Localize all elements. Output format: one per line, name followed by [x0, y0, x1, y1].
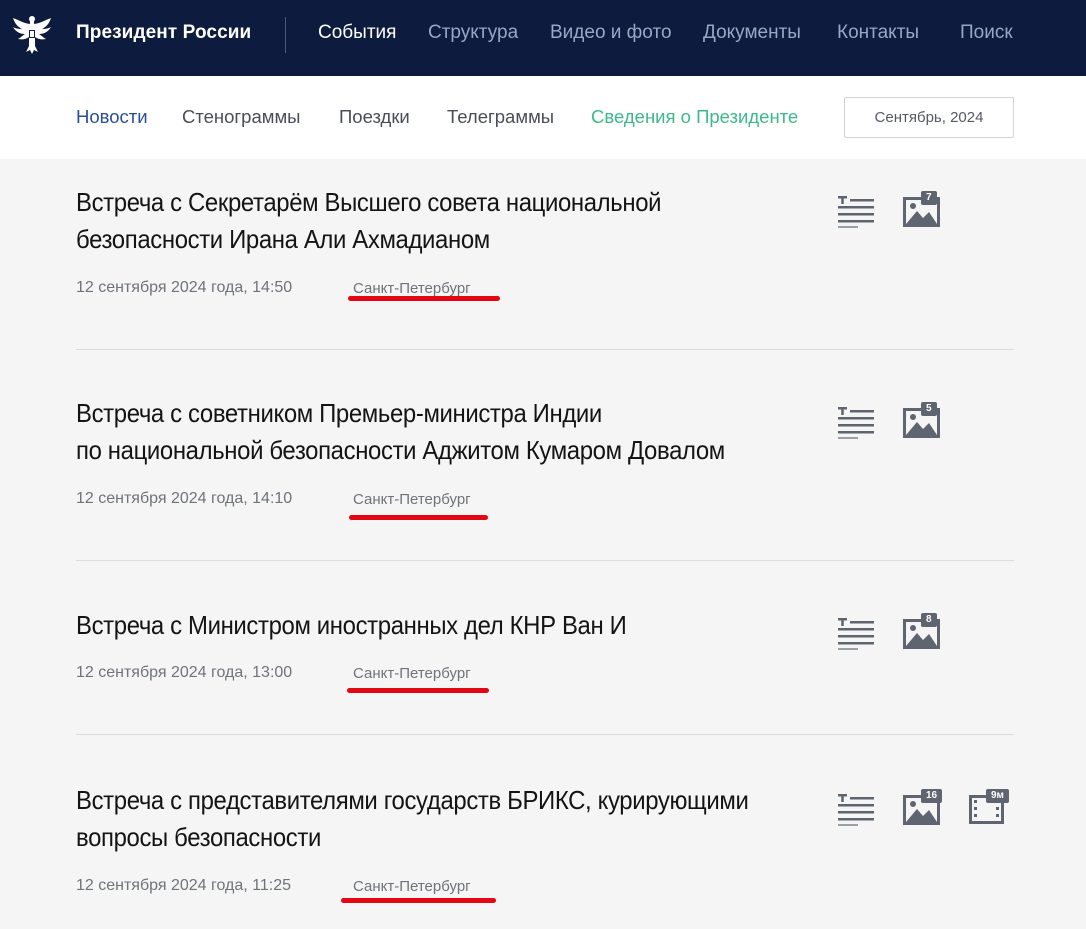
- nav-structure[interactable]: Структура: [428, 22, 518, 44]
- sub-navigation: Новости Стенограммы Поездки Телеграммы С…: [0, 76, 1086, 159]
- subnav-news[interactable]: Новости: [76, 106, 148, 128]
- red-underline-annotation: [349, 515, 488, 520]
- red-underline-annotation: [347, 688, 489, 693]
- site-title[interactable]: Президент России: [76, 22, 251, 44]
- news-separator: [76, 349, 1014, 350]
- photo-count-badge: 16: [921, 789, 943, 803]
- news-title-line: Встреча с представителями государств БРИ…: [76, 785, 749, 815]
- news-title[interactable]: Встреча с Министром иностранных дел КНР …: [76, 607, 757, 644]
- news-title-line: безопасности Ирана Али Ахмадианом: [76, 224, 490, 254]
- news-place-link[interactable]: Санкт-Петербург: [353, 878, 471, 895]
- news-title-line: Встреча с Министром иностранных дел КНР …: [76, 610, 627, 640]
- text-icon[interactable]: [838, 196, 874, 228]
- subnav-trips[interactable]: Поездки: [339, 106, 410, 128]
- news-title-line: Встреча с советником Премьер-министра Ин…: [76, 398, 602, 428]
- photo-count-badge: 7: [921, 191, 937, 205]
- news-place-link[interactable]: Санкт-Петербург: [353, 491, 471, 508]
- news-title-line: по национальной безопасности Аджитом Кум…: [76, 435, 725, 465]
- red-underline-annotation: [348, 296, 500, 301]
- text-icon[interactable]: [838, 618, 874, 650]
- double-headed-eagle-icon[interactable]: [10, 12, 54, 56]
- news-title-line: Встреча с Секретарём Высшего совета наци…: [76, 187, 662, 217]
- text-icon[interactable]: [838, 407, 874, 439]
- month-filter-button[interactable]: Сентябрь, 2024: [844, 97, 1014, 138]
- nav-events[interactable]: События: [318, 22, 396, 44]
- news-date: 12 сентября 2024 года, 14:10: [76, 490, 293, 507]
- photo-count-badge: 5: [921, 402, 937, 416]
- subnav-president-info[interactable]: Сведения о Президенте: [591, 106, 798, 128]
- news-title[interactable]: Встреча с Секретарём Высшего совета наци…: [76, 184, 757, 258]
- red-underline-annotation: [341, 898, 496, 903]
- news-date: 12 сентября 2024 года, 14:50: [76, 279, 293, 296]
- nav-video-photo[interactable]: Видео и фото: [550, 22, 672, 44]
- news-title[interactable]: Встреча с советником Премьер-министра Ин…: [76, 395, 757, 469]
- nav-documents[interactable]: Документы: [703, 22, 801, 44]
- news-place-link[interactable]: Санкт-Петербург: [353, 665, 471, 682]
- news-separator: [76, 560, 1014, 561]
- header-divider: [285, 17, 286, 53]
- nav-contacts[interactable]: Контакты: [837, 22, 919, 44]
- text-icon[interactable]: [838, 794, 874, 826]
- news-date: 12 сентября 2024 года, 13:00: [76, 664, 293, 681]
- video-length-badge: 9м: [986, 789, 1009, 803]
- news-place-link[interactable]: Санкт-Петербург: [353, 280, 471, 297]
- subnav-telegrams[interactable]: Телеграммы: [447, 106, 554, 128]
- nav-search[interactable]: Поиск: [960, 22, 1013, 44]
- news-title-line: вопросы безопасности: [76, 822, 321, 852]
- top-header: Президент России События Структура Видео…: [0, 0, 1086, 76]
- news-title[interactable]: Встреча с представителями государств БРИ…: [76, 782, 757, 856]
- photo-count-badge: 8: [921, 613, 937, 627]
- subnav-transcripts[interactable]: Стенограммы: [182, 106, 300, 128]
- news-date: 12 сентября 2024 года, 11:25: [76, 877, 292, 894]
- news-separator: [76, 734, 1014, 735]
